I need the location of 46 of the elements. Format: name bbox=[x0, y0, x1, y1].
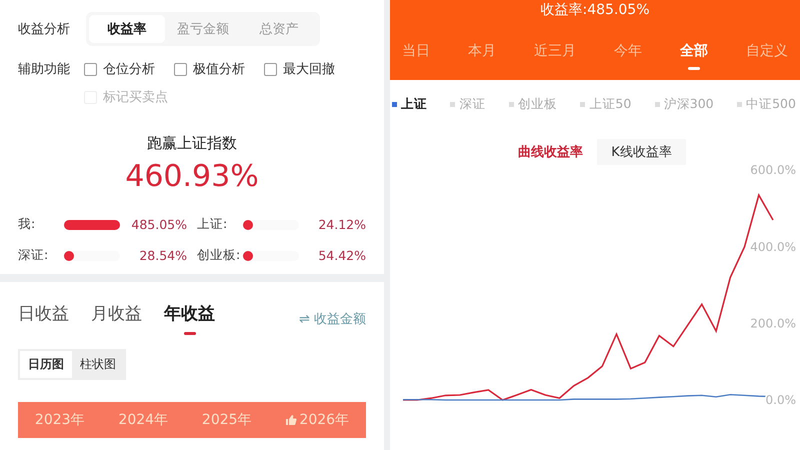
benchmark-toggle[interactable]: 创业板 bbox=[508, 96, 557, 113]
index-name: 深证: bbox=[18, 247, 50, 264]
range-tab[interactable]: 全部 bbox=[680, 42, 708, 70]
benchmark-toggle[interactable]: 上证 bbox=[392, 96, 427, 113]
checkbox-option[interactable]: 极值分析 bbox=[174, 60, 264, 78]
index-reading: 24.12% bbox=[318, 217, 366, 232]
view-tab[interactable]: 日历图 bbox=[20, 351, 72, 378]
index-reading: 485.05% bbox=[131, 217, 187, 232]
switch-link[interactable]: ⇌ 收益金额 bbox=[298, 310, 366, 328]
index-name: 上证: bbox=[197, 216, 228, 233]
year-label[interactable]: 2026年 bbox=[285, 411, 350, 429]
axis-label: 200.0% bbox=[750, 316, 796, 330]
axis-label: 0.0% bbox=[766, 393, 796, 407]
benchmark-toggle[interactable]: 沪深300 bbox=[654, 96, 714, 113]
index-reading: 28.54% bbox=[139, 248, 187, 263]
period-tab[interactable]: 月收益 bbox=[91, 302, 142, 335]
range-tab[interactable]: 近三月 bbox=[534, 42, 576, 70]
range-tab[interactable]: 当日 bbox=[402, 42, 430, 70]
index-reading: 54.42% bbox=[318, 248, 366, 263]
range-tab[interactable]: 今年 bbox=[614, 42, 642, 70]
chart-mode-tab[interactable]: K线收益率 bbox=[597, 139, 686, 165]
year-label[interactable]: 2023年 bbox=[34, 411, 85, 429]
segment-tab[interactable]: 收益率 bbox=[89, 15, 165, 43]
view-tab[interactable]: 柱状图 bbox=[72, 351, 124, 378]
year-label[interactable]: 2024年 bbox=[118, 411, 168, 429]
checkbox-option[interactable]: 最大回撤 bbox=[264, 60, 354, 78]
index-name: 创业板: bbox=[197, 247, 242, 264]
index-name: 我: bbox=[18, 216, 36, 233]
year-label[interactable]: 2025年 bbox=[202, 411, 252, 429]
row-label: 辅助功能 bbox=[18, 61, 71, 78]
benchmark-toggle[interactable]: 深证 bbox=[450, 96, 486, 113]
checkbox-option[interactable]: 仓位分析 bbox=[84, 60, 174, 78]
range-tab[interactable]: 本月 bbox=[468, 42, 496, 70]
axis-label: 600.0% bbox=[750, 165, 796, 178]
benchmark-toggle[interactable]: 上证50 bbox=[580, 96, 632, 113]
summary-title: 跑赢上证指数 bbox=[146, 134, 238, 153]
range-tab[interactable]: 自定义 bbox=[746, 42, 788, 70]
segment-tab[interactable]: 总资产 bbox=[241, 15, 317, 43]
row-label: 收益分析 bbox=[18, 21, 71, 38]
header-title: 收益率:485.05% bbox=[540, 1, 650, 19]
summary-value: 460.93% bbox=[124, 159, 260, 194]
period-tab[interactable]: 日收益 bbox=[18, 302, 69, 335]
axis-label: 400.0% bbox=[750, 240, 796, 254]
segment-tab[interactable]: 盈亏金额 bbox=[165, 15, 241, 43]
period-tab[interactable]: 年收益 bbox=[164, 302, 215, 335]
benchmark-toggle[interactable]: 中证500 bbox=[737, 96, 796, 113]
